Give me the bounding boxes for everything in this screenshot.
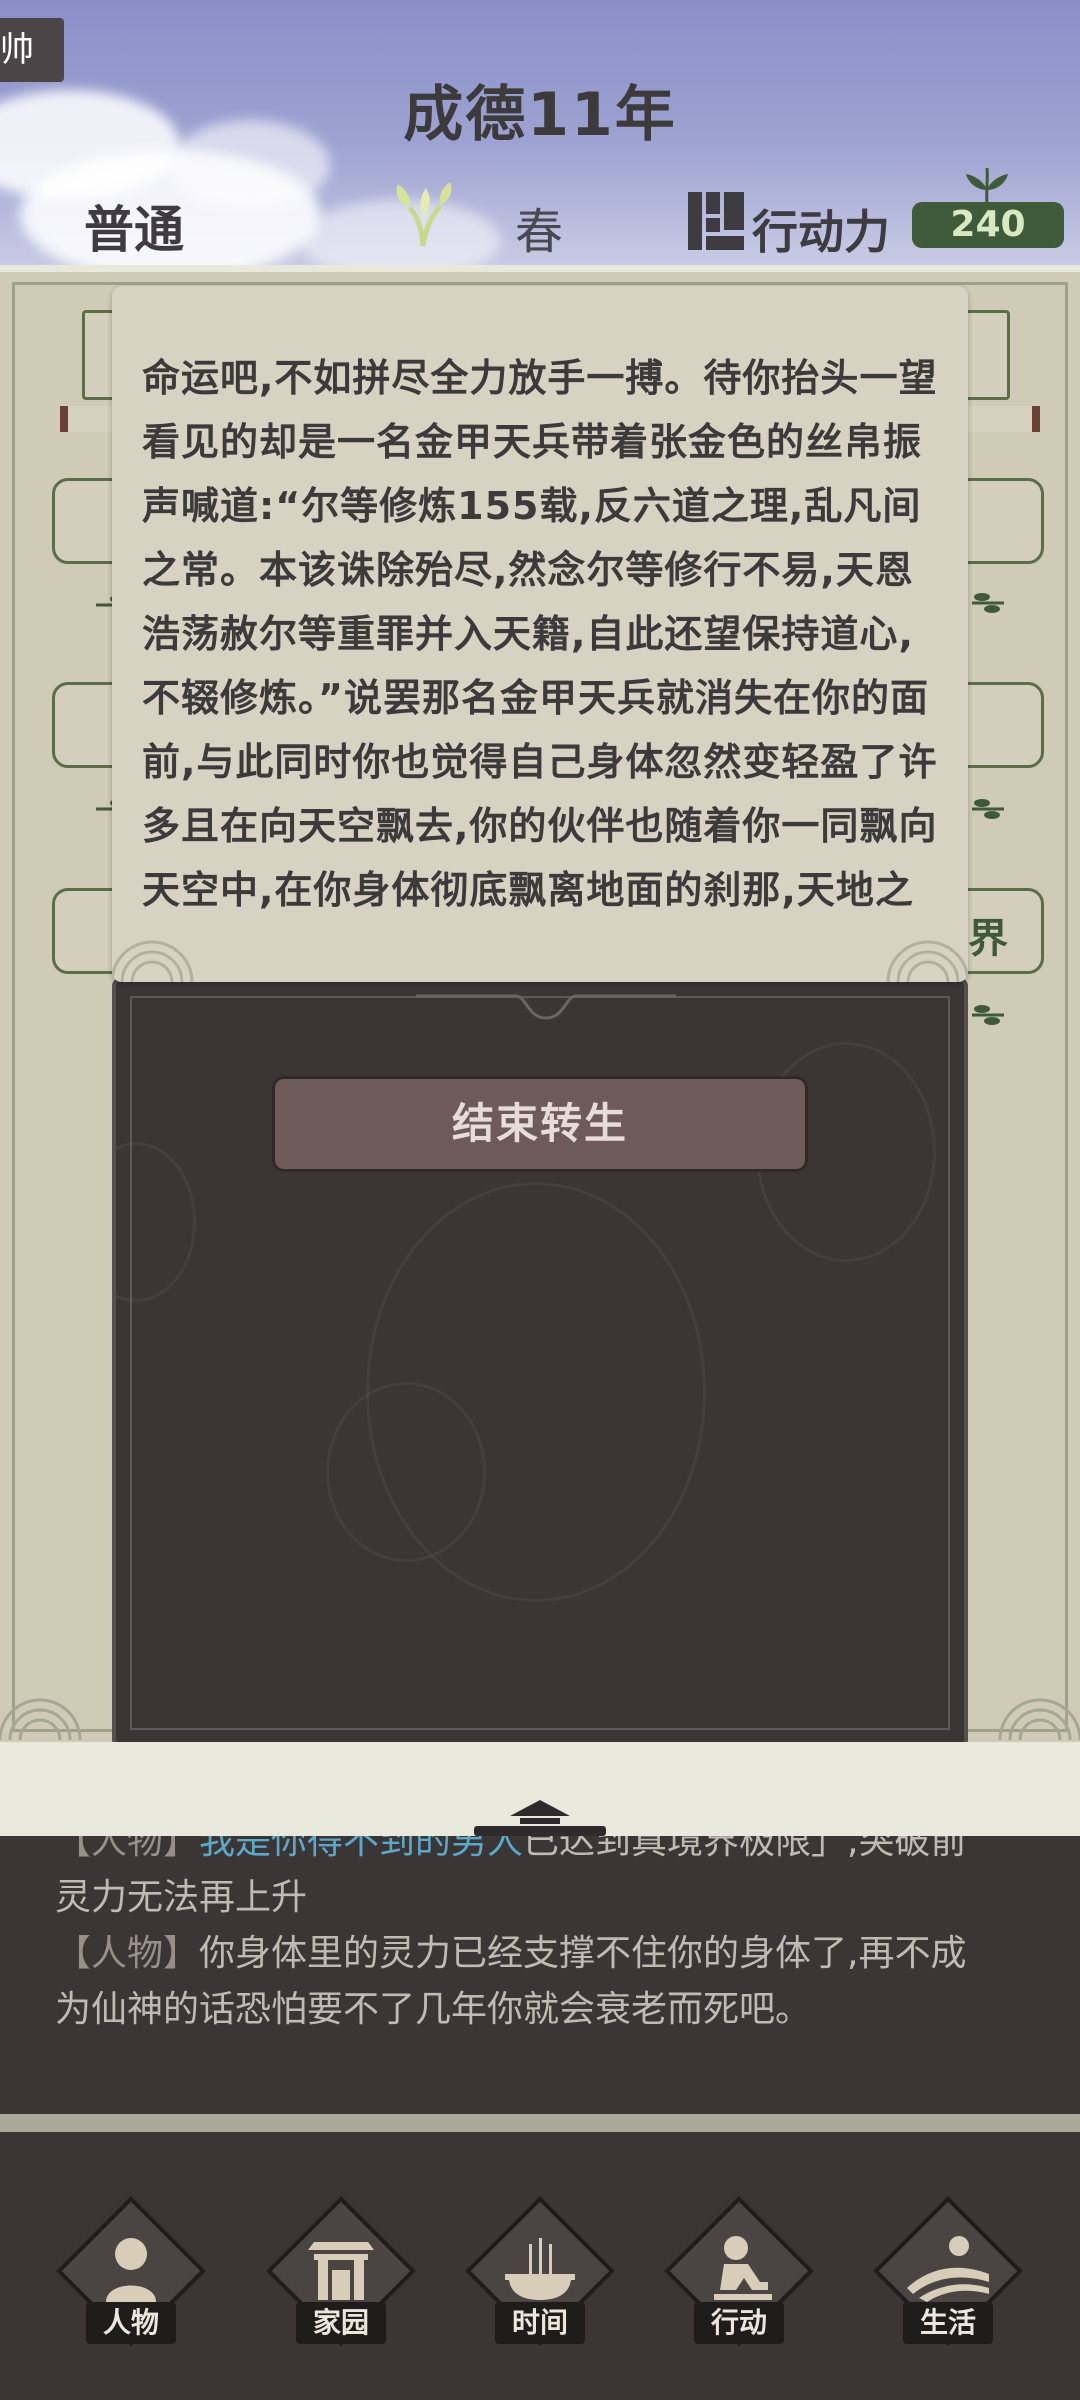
log-entry: 灵力无法再上升 [55, 1877, 308, 1918]
person-icon [106, 2238, 156, 2302]
character-name-link[interactable]: 我是你得不到的男人 [199, 1836, 523, 1862]
year-title: 成德11年 [403, 80, 677, 150]
bg-option-label: 界 [968, 916, 1008, 962]
story-text[interactable]: 命运吧,不如拼尽全力放手一搏。待你抬头一望看见的却是一名金甲天兵带着张金色的丝帛… [142, 346, 944, 914]
event-log[interactable]: 【人物】我是你得不到的男人已达到真境界极限」,突破前 灵力无法再上升 【人物】你… [0, 1836, 1080, 2114]
season-label: 春 [515, 204, 564, 260]
sprig-icon [972, 1005, 1004, 1025]
log-entry: 【人物】我是你得不到的男人已达到真境界极限」,突破前 [55, 1836, 1035, 1870]
nav-tab-time[interactable]: 时间 [465, 2196, 615, 2346]
nav-tab-character[interactable]: 人物 [56, 2196, 206, 2346]
log-text: 你身体里的灵力已经支撑不住你的身体了,再不成 [199, 1933, 967, 1974]
wave-pattern-icon [998, 1698, 1080, 1740]
kneel-icon [714, 2236, 772, 2300]
ghost-swirl [326, 1382, 486, 1562]
sprout-icon [396, 182, 452, 247]
difficulty-mode: 普通 [84, 201, 184, 259]
log-tag: 【人物】 [55, 1933, 200, 1974]
nav-tab-action[interactable]: 行动 [664, 2196, 814, 2346]
sprig-icon [972, 799, 1004, 819]
action-points-value: 240 [912, 202, 1064, 248]
landscape-icon [907, 2236, 989, 2302]
corner-tab-label: 帅 [0, 30, 34, 70]
nav-label: 行动 [694, 2302, 784, 2344]
sprig-icon [972, 593, 1004, 613]
nav-tab-life[interactable]: 生活 [873, 2196, 1023, 2346]
log-entry: 【人物】你身体里的灵力已经支撑不住你的身体了,再不成 [55, 1926, 1035, 1982]
nav-label: 时间 [495, 2302, 585, 2344]
nav-label: 人物 [86, 2302, 176, 2344]
collapse-handle-icon[interactable] [464, 1796, 616, 1836]
log-separator [0, 2114, 1080, 2132]
action-points-label: 行动力 [752, 205, 890, 259]
log-tag: 【人物】 [55, 1836, 200, 1862]
wave-pattern-icon [112, 940, 194, 982]
story-dialog: 命运吧,不如拼尽全力放手一搏。待你抬头一望看见的却是一名金甲天兵带着张金色的丝帛… [112, 286, 968, 982]
incense-icon [505, 2238, 575, 2300]
log-text: 已达到真境界极限」,突破前 [523, 1836, 967, 1862]
wave-pattern-icon [886, 940, 968, 982]
leaf-icon [966, 168, 1008, 204]
nav-tab-home[interactable]: 家园 [266, 2196, 416, 2346]
end-reincarnation-button[interactable]: 结束转生 [272, 1076, 808, 1172]
nav-label: 家园 [296, 2302, 386, 2344]
ornament-icon [416, 994, 676, 1020]
top-header: 帅 成德11年 普通 春 行动力 240 [0, 0, 1080, 265]
log-entry: 为仙神的话恐怕要不了几年你就会衰老而死吧。 [55, 1989, 812, 2030]
action-points-icon [688, 192, 744, 250]
gate-icon [308, 2242, 374, 2300]
wave-pattern-icon [0, 1698, 82, 1740]
nav-label: 生活 [903, 2302, 993, 2344]
